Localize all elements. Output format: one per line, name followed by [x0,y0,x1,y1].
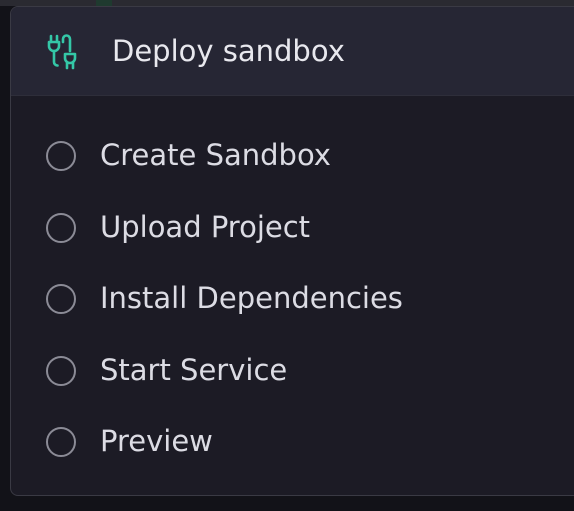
plug-connector-icon [47,34,77,70]
pending-circle-icon [46,284,76,314]
pending-circle-icon [46,427,76,457]
step-upload-project[interactable]: Upload Project [11,179,574,251]
step-label: Start Service [100,352,288,387]
deploy-sandbox-panel: Deploy sandbox Create Sandbox Upload Pro… [10,6,574,496]
panel-title: Deploy sandbox [112,34,345,68]
step-preview[interactable]: Preview [11,393,574,465]
step-label: Create Sandbox [100,138,331,172]
pending-circle-icon [46,212,76,243]
pending-circle-icon [46,355,76,386]
step-label: Preview [100,424,213,458]
panel-header: Deploy sandbox [11,7,574,96]
step-label: Install Dependencies [100,281,403,315]
deploy-steps-list: Create Sandbox Upload Project Install De… [11,107,574,465]
pending-circle-icon [46,141,76,171]
step-start-service[interactable]: Start Service [11,322,574,394]
step-install-dependencies[interactable]: Install Dependencies [11,250,574,322]
step-label: Upload Project [100,209,311,244]
step-create-sandbox[interactable]: Create Sandbox [11,107,574,179]
